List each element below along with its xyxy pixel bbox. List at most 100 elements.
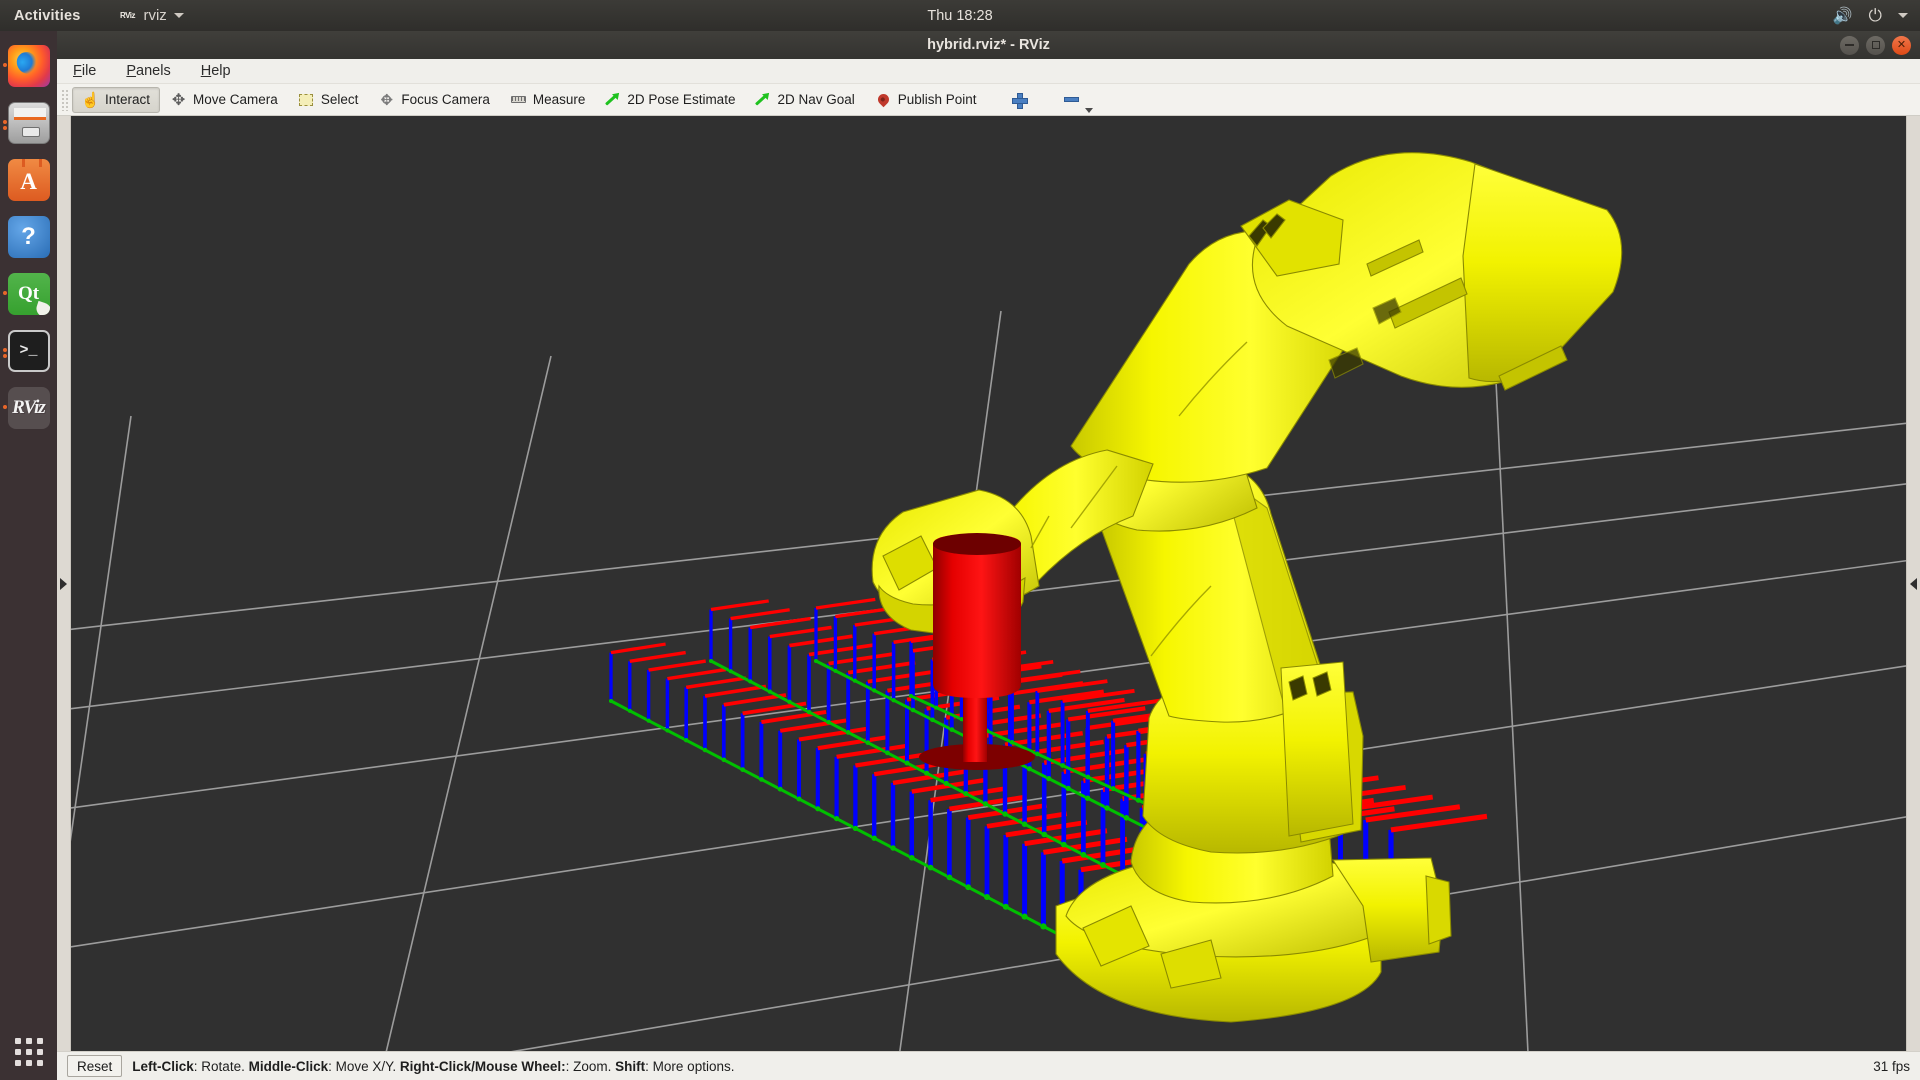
menu-panels-label: anels [136, 63, 171, 79]
hint-text-right-click: : Zoom. [566, 1059, 616, 1074]
qt-icon-glyph: Qt [18, 283, 39, 305]
toolbar-overflow-icon[interactable] [1085, 108, 1093, 113]
ubuntu-dock: A ? Qt >_ RViz [0, 31, 57, 1080]
move-camera-icon [170, 91, 187, 108]
system-menu-caret-icon[interactable] [1898, 13, 1908, 18]
robot-accessory-box [1281, 662, 1353, 836]
select-rectangle-icon [298, 91, 315, 108]
app-menu-button[interactable]: RViz rviz [118, 7, 183, 24]
rviz-icon-glyph: RViz [12, 397, 45, 419]
menu-panels[interactable]: Panels [122, 61, 174, 81]
tool-focus-camera-label: Focus Camera [401, 92, 490, 107]
minimize-button[interactable] [1840, 36, 1859, 55]
system-tray[interactable]: 🔊 ⏻ [1833, 6, 1908, 26]
menu-panels-mnemonic: P [126, 63, 136, 79]
chevron-right-icon [60, 578, 67, 590]
ruler-icon [510, 91, 527, 108]
rviz-window: hybrid.rviz* - RViz ✕ File Panels Help I… [57, 31, 1920, 1080]
green-arrow-icon [755, 92, 771, 108]
tool-2d-pose-estimate[interactable]: 2D Pose Estimate [595, 87, 745, 113]
dock-item-terminal[interactable]: >_ [0, 322, 57, 379]
dock-item-help[interactable]: ? [0, 208, 57, 265]
menu-file[interactable]: File [69, 61, 100, 81]
render-canvas-3d[interactable] [71, 116, 1906, 1051]
tool-move-camera-label: Move Camera [193, 92, 278, 107]
running-indicator [3, 120, 7, 124]
app-menu-label: rviz [143, 7, 166, 24]
tool-publish-point[interactable]: Publish Point [865, 87, 987, 113]
tool-remove[interactable] [1053, 87, 1090, 113]
menu-help-label: elp [211, 63, 230, 79]
volume-icon[interactable]: 🔊 [1833, 6, 1853, 26]
hint-key-middle-click: Middle-Click [249, 1059, 329, 1074]
menu-file-label: ile [82, 63, 97, 79]
close-button[interactable]: ✕ [1892, 36, 1911, 55]
qt-icon: Qt [8, 273, 50, 315]
rviz-icon: RViz [8, 387, 50, 429]
menu-bar: File Panels Help [57, 59, 1920, 84]
tools-toolbar: Interact Move Camera Select Focus Camera… [57, 84, 1920, 116]
viewport-area [57, 116, 1920, 1051]
tool-interact-label: Interact [105, 92, 150, 107]
map-pin-icon [875, 91, 892, 108]
tool-measure-label: Measure [533, 92, 586, 107]
focus-camera-icon [378, 91, 395, 108]
software-icon-glyph: A [20, 170, 37, 193]
tool-focus-camera[interactable]: Focus Camera [368, 87, 500, 113]
dock-item-firefox[interactable] [0, 37, 57, 94]
hand-cursor-icon [82, 91, 99, 108]
menu-help[interactable]: Help [197, 61, 235, 81]
tool-2d-nav-goal-label: 2D Nav Goal [777, 92, 854, 107]
tool-move-camera[interactable]: Move Camera [160, 87, 288, 113]
tool-select[interactable]: Select [288, 87, 369, 113]
menu-file-mnemonic: F [73, 63, 82, 79]
chevron-left-icon [1910, 578, 1917, 590]
window-controls: ✕ [1840, 36, 1911, 55]
running-indicator [3, 405, 7, 409]
hint-text-shift: : More options. [645, 1059, 734, 1074]
show-applications-button[interactable] [0, 1038, 57, 1066]
tool-2d-pose-estimate-label: 2D Pose Estimate [627, 92, 735, 107]
dock-item-files[interactable] [0, 94, 57, 151]
tool-measure[interactable]: Measure [500, 87, 596, 113]
minimize-icon [1845, 44, 1854, 46]
window-title: hybrid.rviz* - RViz [57, 37, 1920, 53]
tool-cylinder [933, 534, 1021, 698]
tool-publish-point-label: Publish Point [898, 92, 977, 107]
app-grid-icon [15, 1038, 43, 1066]
dock-item-qtcreator[interactable]: Qt [0, 265, 57, 322]
firefox-icon [8, 45, 50, 87]
tool-cylinder-top [933, 533, 1021, 555]
menu-help-mnemonic: H [201, 63, 211, 79]
clock[interactable]: Thu 18:28 [927, 8, 992, 24]
minus-icon [1063, 91, 1080, 108]
running-indicator [3, 126, 7, 130]
activities-button[interactable]: Activities [14, 8, 80, 24]
toolbar-grip-handle[interactable] [61, 89, 69, 111]
help-icon-glyph: ? [21, 223, 36, 251]
expand-left-panel-handle[interactable] [57, 116, 71, 1051]
running-indicator [3, 354, 7, 358]
hint-key-right-click: Right-Click/Mouse Wheel: [400, 1059, 566, 1074]
tool-2d-nav-goal[interactable]: 2D Nav Goal [745, 87, 864, 113]
terminal-icon-glyph: >_ [19, 342, 37, 359]
end-effector-tool [919, 533, 1035, 770]
tool-add[interactable] [1001, 87, 1037, 113]
files-icon [8, 102, 50, 144]
green-arrow-icon [605, 92, 621, 108]
running-indicator [3, 348, 7, 352]
hint-text-middle-click: : Move X/Y. [328, 1059, 400, 1074]
maximize-button[interactable] [1866, 36, 1885, 55]
dock-item-rviz[interactable]: RViz [0, 379, 57, 436]
plus-icon [1011, 92, 1027, 108]
status-hint-text: Left-Click: Rotate. Middle-Click: Move X… [132, 1059, 734, 1074]
tool-interact[interactable]: Interact [72, 87, 160, 113]
hint-key-left-click: Left-Click [132, 1059, 194, 1074]
running-indicator [3, 291, 7, 295]
reset-button[interactable]: Reset [67, 1055, 122, 1077]
rviz-icon: RViz [118, 8, 136, 24]
expand-right-panel-handle[interactable] [1906, 116, 1920, 1051]
window-titlebar[interactable]: hybrid.rviz* - RViz ✕ [57, 31, 1920, 59]
power-icon[interactable]: ⏻ [1869, 6, 1882, 26]
dock-item-ubuntu-software[interactable]: A [0, 151, 57, 208]
